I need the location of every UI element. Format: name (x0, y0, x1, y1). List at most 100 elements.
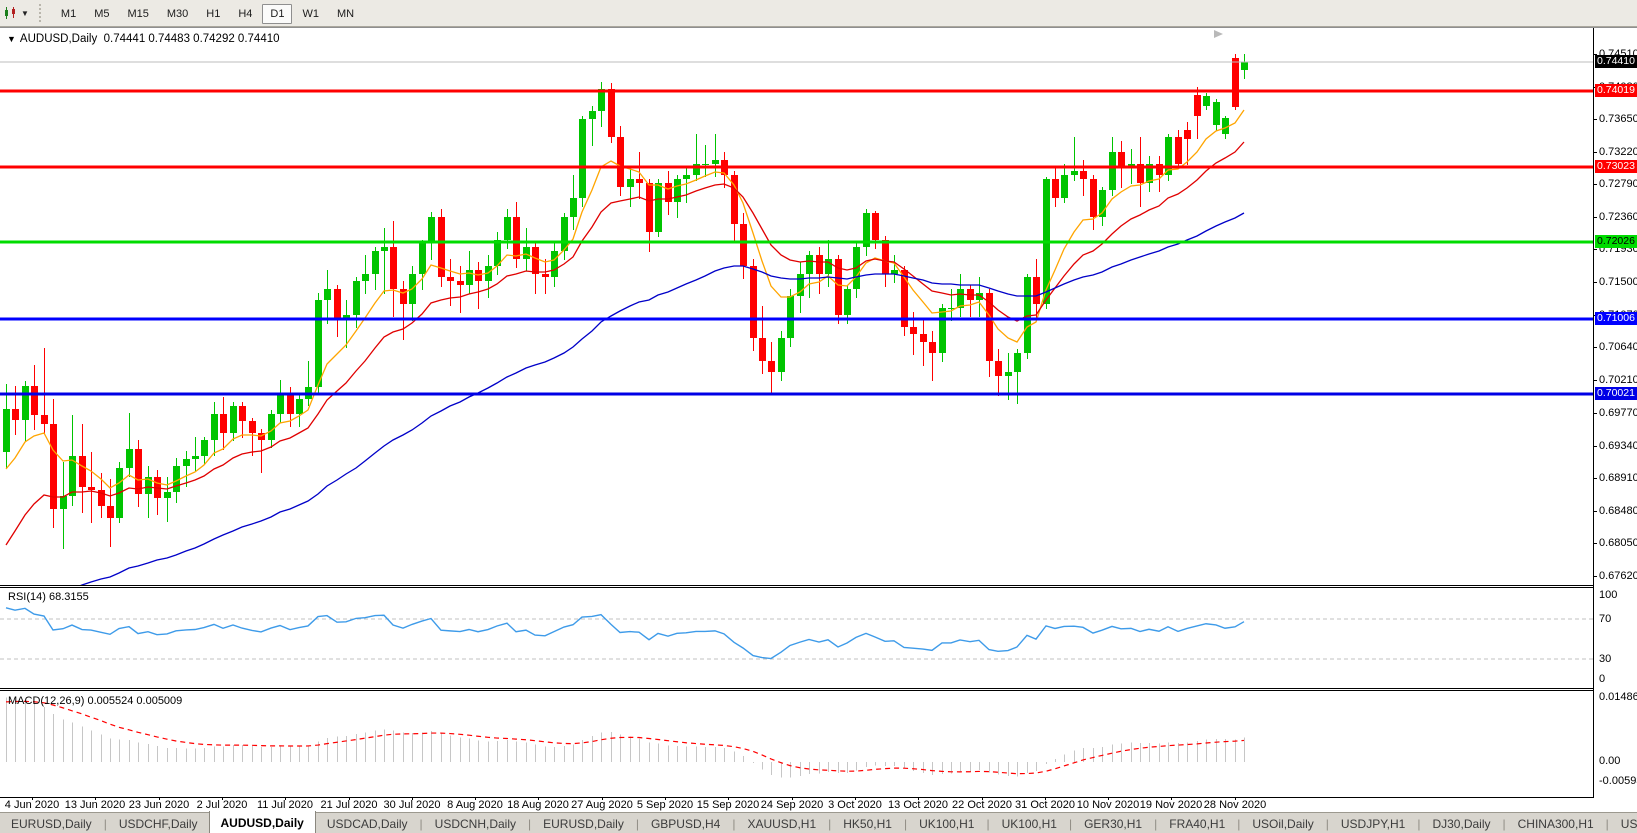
timeframe-h4-button[interactable]: H4 (230, 4, 260, 24)
price-tick-label: 0.72360 (1599, 211, 1637, 223)
rsi-panel-top-border (0, 587, 1593, 588)
date-tick-label: 19 Nov 2020 (1139, 799, 1203, 811)
date-tick-label: 11 Jul 2020 (256, 799, 314, 811)
timeframe-buttons: M1 M5 M15 M30 H1 H4 D1 W1 MN (52, 4, 363, 24)
main-price-chart[interactable] (0, 30, 1593, 585)
price-tick-mark (1593, 119, 1597, 120)
macd-scale-min: -0.005938 (1599, 775, 1637, 787)
chart-tab-usdjpy-h1[interactable]: USDJPY,H1 (1330, 815, 1416, 833)
price-tick-label: 0.69340 (1599, 440, 1637, 452)
rsi-scale-0: 0 (1599, 673, 1606, 685)
chart-tab-hk50-h1[interactable]: HK50,H1 (832, 815, 903, 833)
rsi-scale-100: 100 (1599, 589, 1618, 601)
price-tick-mark (1593, 380, 1597, 381)
chart-tab-usdcnh-daily[interactable]: USDCNH,Daily (424, 815, 527, 833)
timeframe-m5-button[interactable]: M5 (86, 4, 117, 24)
price-tick-mark (1593, 511, 1597, 512)
date-tick-label: 4 Jun 2020 (4, 799, 60, 811)
date-tick-label: 18 Aug 2020 (507, 799, 569, 811)
price-tick-mark (1593, 478, 1597, 479)
price-tick-label: 0.67620 (1599, 570, 1637, 582)
timeframe-w1-button[interactable]: W1 (294, 4, 327, 24)
rsi-panel-bottom-border (0, 688, 1593, 689)
chart-tab-usdcad-daily[interactable]: USDCAD,Daily (316, 815, 419, 833)
chart-tab-uk100-h1[interactable]: UK100,H1 (991, 815, 1068, 833)
timeframe-h1-button[interactable]: H1 (198, 4, 228, 24)
date-tick-label: 10 Nov 2020 (1076, 799, 1140, 811)
toolbar-grip (38, 4, 46, 22)
timeframe-m30-button[interactable]: M30 (159, 4, 196, 24)
rsi-indicator-chart[interactable] (0, 587, 1593, 688)
current-price-box: 0.74410 (1595, 55, 1637, 68)
date-tick-label: 31 Oct 2020 (1015, 799, 1075, 811)
chart-tab-eurusd-daily[interactable]: EURUSD,Daily (0, 815, 103, 833)
chart-tab-eurusd-daily[interactable]: EURUSD,Daily (532, 815, 635, 833)
chart-tabs: EURUSD,Daily | USDCHF,Daily AUDUSD,Daily USD… (0, 811, 1637, 833)
level-price-box: 0.72026 (1595, 235, 1637, 248)
rsi-label: RSI(14) 68.3155 (8, 591, 89, 603)
timeframe-m15-button[interactable]: M15 (119, 4, 156, 24)
rsi-scale-70: 70 (1599, 613, 1612, 625)
price-tick-mark (1593, 347, 1597, 348)
date-tick-label: 8 Aug 2020 (447, 799, 503, 811)
timeframe-d1-button[interactable]: D1 (262, 4, 293, 24)
price-tick-mark (1593, 282, 1597, 283)
chart-tab-audusd-daily[interactable]: AUDUSD,Daily (208, 811, 316, 833)
macd-indicator-chart[interactable] (0, 690, 1593, 797)
price-tick-mark (1593, 543, 1597, 544)
price-tick-mark (1593, 184, 1597, 185)
chart-tab-usoil-h1[interactable]: USOil,H1 (1610, 815, 1637, 833)
candlestick-chart-icon[interactable] (3, 6, 19, 20)
chart-tab-dj30-daily[interactable]: DJ30,Daily (1421, 815, 1501, 833)
chart-tab-usoil-daily[interactable]: USOil,Daily (1241, 815, 1324, 833)
price-tick-mark (1593, 217, 1597, 218)
rsi-scale-30: 30 (1599, 653, 1612, 665)
date-tick-label: 22 Oct 2020 (952, 799, 1012, 811)
macd-panel-bottom-border (0, 797, 1593, 798)
date-tick-label: 24 Sep 2020 (760, 799, 824, 811)
chart-tab-fra40-h1[interactable]: FRA40,H1 (1158, 815, 1236, 833)
price-tick-mark (1593, 152, 1597, 153)
price-tick-label: 0.68910 (1599, 472, 1637, 484)
level-price-box: 0.71006 (1595, 312, 1637, 325)
price-tick-label: 0.73220 (1599, 146, 1637, 158)
price-tick-mark (1593, 576, 1597, 577)
price-tick-label: 0.73650 (1599, 113, 1637, 125)
chart-tab-xauusd-h1[interactable]: XAUUSD,H1 (736, 815, 827, 833)
macd-panel-top-border (0, 690, 1593, 691)
price-tick-mark (1593, 446, 1597, 447)
date-tick-label: 27 Aug 2020 (571, 799, 633, 811)
date-tick-label: 3 Oct 2020 (828, 799, 882, 811)
level-price-box: 0.74019 (1595, 84, 1637, 97)
date-tick-label: 28 Nov 2020 (1203, 799, 1267, 811)
chart-window-border (0, 27, 1637, 28)
price-tick-label: 0.68480 (1599, 505, 1637, 517)
chart-type-dropdown-icon[interactable]: ▼ (21, 9, 29, 18)
date-tick-label: 21 Jul 2020 (320, 799, 378, 811)
price-tick-mark (1593, 249, 1597, 250)
date-tick-label: 2 Jul 2020 (196, 799, 248, 811)
date-tick-label: 13 Jun 2020 (64, 799, 126, 811)
chart-tab-uk100-h1[interactable]: UK100,H1 (908, 815, 985, 833)
price-tick-label: 0.68050 (1599, 537, 1637, 549)
price-tick-label: 0.69770 (1599, 407, 1637, 419)
chart-tab-gbpusd-h4[interactable]: GBPUSD,H4 (640, 815, 731, 833)
chart-tab-ger30-h1[interactable]: GER30,H1 (1073, 815, 1153, 833)
macd-scale-max: 0.014861 (1599, 691, 1637, 703)
date-tick-label: 30 Jul 2020 (383, 799, 441, 811)
mt4-terminal: ▼ M1 M5 M15 M30 H1 H4 D1 W1 MN ▼ AUDUSD,Daily 0.7… (0, 0, 1637, 833)
date-tick-label: 13 Oct 2020 (888, 799, 948, 811)
price-tick-label: 0.71500 (1599, 276, 1637, 288)
date-tick-label: 15 Sep 2020 (696, 799, 760, 811)
timeframe-mn-button[interactable]: MN (329, 4, 362, 24)
date-tick-label: 5 Sep 2020 (636, 799, 694, 811)
price-tick-label: 0.70640 (1599, 341, 1637, 353)
chart-tab-usdchf-daily[interactable]: USDCHF,Daily (108, 815, 209, 833)
timeframe-m1-button[interactable]: M1 (53, 4, 84, 24)
level-price-box: 0.73023 (1595, 160, 1637, 173)
price-tick-mark (1593, 413, 1597, 414)
price-tick-label: 0.70210 (1599, 374, 1637, 386)
price-tick-label: 0.72790 (1599, 178, 1637, 190)
macd-label: MACD(12,26,9) 0.005524 0.005009 (8, 695, 183, 707)
chart-tab-china300-h1[interactable]: CHINA300,H1 (1507, 815, 1605, 833)
